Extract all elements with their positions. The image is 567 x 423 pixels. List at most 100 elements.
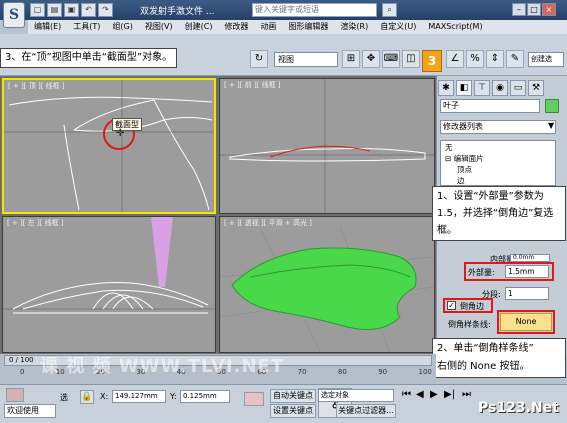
minimize-icon[interactable]: –	[512, 3, 526, 16]
undo-icon[interactable]: ↶	[81, 3, 96, 17]
menu-animation[interactable]: 动画	[254, 20, 282, 34]
open-file-icon[interactable]: ▤	[47, 3, 62, 17]
perspective-view-drawing	[220, 226, 434, 352]
search-icon[interactable]: ⌕	[382, 3, 397, 17]
save-file-icon[interactable]: ▣	[64, 3, 79, 17]
lock-icon[interactable]: 🔒	[80, 390, 94, 404]
track-tick: 70	[297, 368, 307, 376]
menu-graph-editors[interactable]: 图形编辑器	[282, 20, 334, 34]
named-selection-field[interactable]: 创建选	[528, 52, 564, 67]
goto-start-icon[interactable]: ⏮	[402, 389, 411, 400]
menu-rendering[interactable]: 渲染(R)	[334, 20, 374, 34]
stack-item-none[interactable]: 无	[441, 142, 555, 153]
step2-line1: 2、单击“倒角样条线”	[437, 343, 534, 354]
prev-frame-icon[interactable]: ◀	[416, 389, 424, 400]
close-icon[interactable]: ×	[542, 3, 556, 16]
rotate-icon[interactable]: ↻	[250, 50, 268, 68]
menu-modifiers[interactable]: 修改器	[218, 20, 254, 34]
hierarchy-tab-icon[interactable]: ⊤	[474, 80, 490, 96]
angle-snap-icon[interactable]: ∠	[446, 50, 464, 68]
front-view-drawing	[220, 79, 434, 213]
viewport-top[interactable]: [ + ][ 顶 ][ 线框 ] 截面型 ✛	[2, 78, 216, 214]
object-color-swatch[interactable]	[545, 99, 559, 113]
named-selection-icon[interactable]: ✎	[506, 50, 524, 68]
menu-customize[interactable]: 自定义(U)	[374, 20, 422, 34]
modify-tab-icon[interactable]: ◧	[456, 80, 472, 96]
step2-callout: 2、单击“倒角样条线” 右侧的 None 按钮。	[432, 338, 566, 378]
window-title: 双发射手激文件 ...	[140, 7, 215, 17]
menu-tools[interactable]: 工具(T)	[67, 20, 106, 34]
utilities-tab-icon[interactable]: ⚒	[528, 80, 544, 96]
motion-tab-icon[interactable]: ◉	[492, 80, 508, 96]
cursor-icon: ✛	[116, 128, 125, 139]
stack-label: 边	[457, 176, 465, 185]
y-label: Y:	[170, 392, 177, 401]
segments-spinner[interactable]: 1	[505, 287, 549, 300]
key-filter-select[interactable]: 选定对象	[318, 389, 394, 402]
bevel-spline-none-button[interactable]: None	[500, 313, 552, 331]
app-logo-icon[interactable]: S	[3, 2, 25, 28]
chevron-down-icon[interactable]: ▼	[548, 121, 554, 130]
y-coordinate-field[interactable]: 0.125mm	[180, 390, 230, 403]
step1-callout: 1、设置“外部量”参数为 1.5，并选择“倒角边”复选框。	[432, 186, 566, 241]
x-coordinate-field[interactable]: 149.127mm	[112, 390, 166, 403]
menu-maxscript[interactable]: MAXScript(M)	[422, 20, 488, 34]
key-filters-button[interactable]: 关键点过滤器...	[336, 404, 396, 418]
select-manipulate-icon[interactable]: ✥	[362, 50, 380, 68]
time-slider-frame: 0 / 100	[9, 356, 34, 364]
watermark-text: 课 视 频 WWW.TLVI.NET	[40, 356, 285, 377]
key-mode-icon[interactable]	[244, 392, 264, 406]
track-tick: 80	[337, 368, 347, 376]
outer-amount-spinner[interactable]: 1.5mm	[505, 265, 549, 278]
display-tab-icon[interactable]: ▭	[510, 80, 526, 96]
stack-item-vertex[interactable]: 顶点	[441, 164, 555, 175]
snap-toggle-icon[interactable]: ◫	[402, 50, 420, 68]
pivot-icon[interactable]: ⊞	[342, 50, 360, 68]
bevel-spline-label: 倒角样条线:	[448, 320, 491, 329]
percent-snap-icon[interactable]: %	[466, 50, 484, 68]
x-label: X:	[100, 392, 109, 401]
maximize-icon[interactable]: □	[527, 3, 541, 16]
spinner-snap-icon[interactable]: ⇕	[486, 50, 504, 68]
stack-item-edit-patch[interactable]: ⊟ 编辑面片	[441, 153, 555, 164]
track-tick: 0	[20, 368, 25, 376]
modifier-stack: 无 ⊟ 编辑面片 顶点 边	[440, 140, 556, 186]
viewport-front[interactable]: [ + ][ 前 ][ 线框 ]	[219, 78, 435, 214]
set-key-button[interactable]: 设置关键点	[270, 404, 316, 418]
viewport-left[interactable]: [ + ][ 左 ][ 线框 ]	[2, 216, 216, 353]
auto-key-button[interactable]: 自动关键点	[270, 389, 316, 403]
redo-icon[interactable]: ↷	[98, 3, 113, 17]
stack-label: ⊟ 编辑面片	[445, 154, 484, 163]
track-tick: 100	[418, 368, 432, 376]
object-name-field[interactable]: 叶子	[440, 99, 540, 113]
next-frame-icon[interactable]: ▶|	[444, 389, 455, 400]
menu-group[interactable]: 组(G)	[106, 20, 138, 34]
search-input[interactable]: 键入关键字或短语	[252, 3, 377, 17]
play-icon[interactable]: ▶	[430, 389, 438, 400]
menu-edit[interactable]: 编辑(E)	[28, 20, 67, 34]
menu-create[interactable]: 创建(C)	[179, 20, 219, 34]
bevel-edge-checkbox[interactable]: ✓	[447, 301, 456, 310]
inner-amount-spinner[interactable]: 0.0mm	[510, 254, 550, 262]
viewport-perspective[interactable]: [ + ][ 透视 ][ 平滑 + 高光 ]	[219, 216, 435, 353]
maxscript-listener-icon[interactable]	[6, 388, 24, 402]
snap-3d-button[interactable]: 3	[422, 50, 442, 72]
reference-coord-select[interactable]: 视图	[274, 52, 338, 67]
selection-label: 选	[60, 393, 68, 402]
create-tab-icon[interactable]: ✱	[438, 80, 454, 96]
new-file-icon[interactable]: ▢	[30, 3, 45, 17]
goto-end-icon[interactable]: ⏭	[462, 389, 471, 400]
site-logo: Ps123.Net	[478, 400, 559, 416]
stack-item-edge[interactable]: 边	[441, 175, 555, 186]
menu-bar: 编辑(E) 工具(T) 组(G) 视图(V) 创建(C) 修改器 动画 图形编辑…	[28, 20, 567, 34]
welcome-field[interactable]: 欢迎使用	[4, 404, 56, 418]
outer-amount-label: 外部量:	[468, 268, 495, 277]
track-tick: 90	[378, 368, 388, 376]
step2-line2: 右侧的 None 按钮。	[437, 361, 530, 372]
menu-views[interactable]: 视图(V)	[139, 20, 179, 34]
step3-callout: 3、在“顶”视图中单击“截面型”对象。	[0, 48, 178, 68]
stack-label: 无	[445, 143, 453, 152]
keyboard-shortcut-icon[interactable]: ⌨	[382, 50, 400, 68]
stack-label: 顶点	[457, 165, 472, 174]
modifier-list-dropdown[interactable]: 修改器列表	[440, 120, 556, 134]
